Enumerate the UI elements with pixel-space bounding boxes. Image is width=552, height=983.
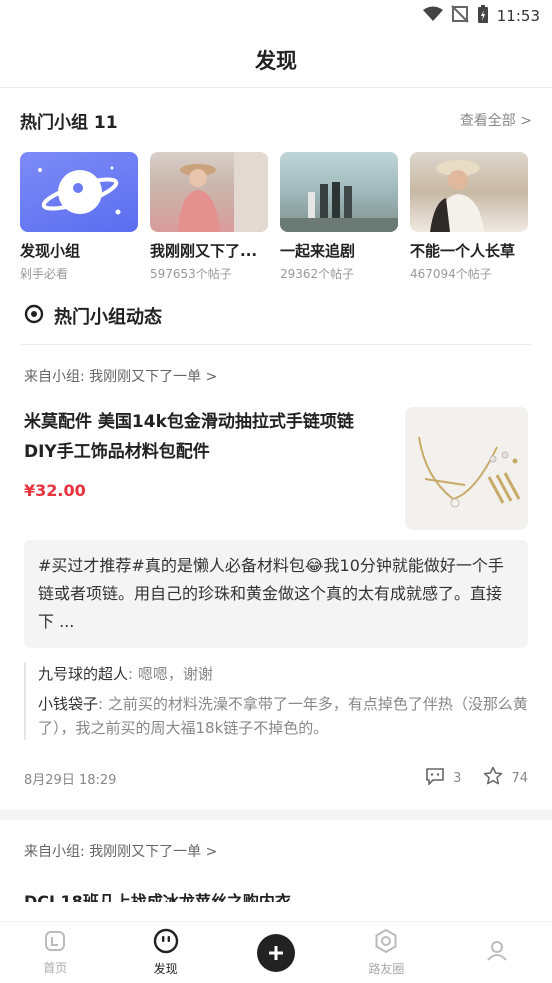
compass-icon: [24, 304, 44, 328]
bottom-nav: 首页 发现 路友圈: [0, 921, 552, 983]
comment-text: 嗯嗯，谢谢: [137, 665, 213, 683]
comment-author: 小钱袋子: [38, 695, 99, 713]
post-excerpt[interactable]: #买过才推荐#真的是懒人必备材料包😂我10分钟就能做好一个手链或者项链。用自己的…: [24, 540, 528, 648]
top-bar: 发现: [0, 32, 552, 88]
group-subtitle: 剁手必看: [20, 267, 69, 281]
comment-item[interactable]: 小钱袋子: 之前买的材料洗澡不拿带了一年多，有点掉色了伴热（没那么黄了），我之前…: [38, 692, 528, 740]
discover-smile-icon: [153, 928, 179, 958]
hot-groups-list: 发现小组 剁手必看 我刚刚又下了... 597653个帖子 一起来追剧 2936…: [0, 152, 552, 282]
post-source-link[interactable]: 来自小组: 我刚刚又下了一单 >: [0, 345, 552, 407]
photo-people-in-fog: [280, 152, 398, 232]
comment-text: 之前买的材料洗澡不拿带了一年多，有点掉色了伴热（没那么黄了），我之前买的周大福1…: [38, 695, 528, 737]
nav-post[interactable]: [221, 922, 331, 983]
hot-groups-title: 热门小组 11: [20, 112, 118, 133]
group-name: 不能一个人长草: [410, 242, 516, 260]
post-meta: 8月29日 18:29 3 74: [0, 748, 552, 808]
post-stats: 3 74: [425, 766, 528, 790]
comment-bubble-icon: [425, 767, 445, 789]
comment-separator: :: [128, 665, 138, 683]
photo-woman-pink-top: [150, 152, 268, 232]
group-dynamics-title: 热门小组动态: [54, 307, 162, 328]
post-source-link[interactable]: 来自小组: 我刚刚又下了一单 >: [0, 820, 552, 882]
like-button[interactable]: 74: [483, 766, 528, 790]
comment-count: 3: [453, 770, 462, 786]
comment-list: 九号球的超人: 嗯嗯，谢谢 小钱袋子: 之前买的材料洗澡不拿带了一年多，有点掉色…: [24, 662, 528, 740]
plus-icon[interactable]: [257, 933, 296, 972]
comment-item[interactable]: 九号球的超人: 嗯嗯，谢谢: [38, 662, 528, 686]
planet-illustration: [20, 152, 138, 232]
nav-label: 首页: [43, 961, 68, 975]
status-time: 11:53: [496, 7, 540, 25]
nav-label: 路友圈: [368, 962, 405, 976]
photo-woman-hat: [410, 152, 528, 232]
group-name: 我刚刚又下了...: [150, 242, 258, 260]
product-card[interactable]: 米莫配件 美国14k包金滑动抽拉式手链项链DIY手工饰品材料包配件 ¥32.00: [0, 407, 552, 530]
battery-charging-icon: [477, 4, 489, 28]
nav-home[interactable]: 首页: [0, 922, 110, 983]
post-date: 8月29日 18:29: [24, 772, 117, 788]
page-title: 发现: [255, 48, 297, 73]
group-dynamics-header: 热门小组动态: [0, 288, 552, 344]
next-post-title[interactable]: DCI 18班几上找成冰龙苹丝之购内衣: [0, 888, 552, 902]
nav-discover[interactable]: 发现: [110, 922, 220, 983]
group-subtitle: 29362个帖子: [280, 267, 355, 281]
section-gap: [0, 810, 552, 820]
like-count: 74: [511, 770, 528, 786]
wifi-icon: [422, 6, 443, 26]
group-card[interactable]: 一起来追剧 29362个帖子: [280, 152, 398, 282]
group-card[interactable]: 我刚刚又下了... 597653个帖子: [150, 152, 268, 282]
comment-count-button[interactable]: 3: [425, 767, 461, 789]
status-bar: 11:53: [0, 0, 552, 32]
profile-icon: [485, 938, 509, 966]
comment-author: 九号球的超人: [38, 665, 129, 683]
no-signal-icon: [451, 5, 469, 27]
star-icon: [483, 766, 503, 790]
group-subtitle: 467094个帖子: [410, 267, 492, 281]
comment-separator: :: [98, 695, 108, 713]
hot-groups-header: 热门小组 11 查看全部 >: [0, 88, 552, 152]
jewelry-necklace-photo: [405, 407, 528, 530]
nav-label: 发现: [153, 962, 178, 976]
nav-profile[interactable]: [442, 922, 552, 983]
group-name: 一起来追剧: [280, 242, 356, 260]
product-title: 米莫配件 美国14k包金滑动抽拉式手链项链DIY手工饰品材料包配件: [24, 412, 354, 462]
group-card[interactable]: 发现小组 剁手必看: [20, 152, 138, 282]
home-icon: [43, 929, 67, 957]
nav-circle[interactable]: 路友圈: [331, 922, 441, 983]
view-all-link[interactable]: 查看全部 >: [460, 110, 532, 130]
group-name: 发现小组: [20, 242, 81, 260]
circle-hexagon-icon: [373, 928, 399, 958]
product-price: ¥32.00: [24, 481, 86, 500]
group-subtitle: 597653个帖子: [150, 267, 232, 281]
group-card[interactable]: 不能一个人长草 467094个帖子: [410, 152, 528, 282]
product-info: 米莫配件 美国14k包金滑动抽拉式手链项链DIY手工饰品材料包配件 ¥32.00: [24, 407, 364, 530]
